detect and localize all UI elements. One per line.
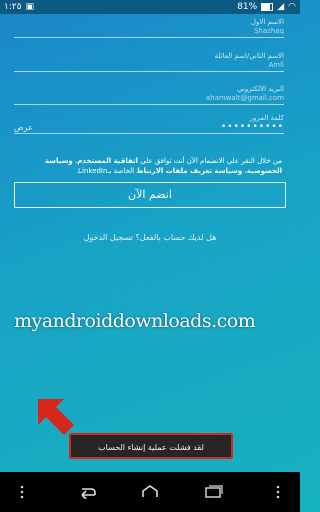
status-left: ١:٢٥ ▣ — [4, 0, 34, 14]
password-underline — [14, 133, 284, 134]
status-bar: ١:٢٥ ▣ 81% ◢ ◠ — [0, 0, 300, 14]
email-field[interactable]: البريد الالكتروني ahamwalt@gmail.com — [14, 85, 284, 105]
show-password-button[interactable]: عرض — [14, 123, 33, 132]
email-underline — [14, 104, 284, 105]
last-name-label: الاسم الثاني/اسم العائلة — [214, 52, 284, 60]
terms-text: من خلال النقر على الانضمام الآن أنت تواف… — [18, 156, 282, 176]
last-name-field[interactable]: الاسم الثاني/اسم العائلة Amli — [14, 52, 284, 72]
wifi-icon: ◠ — [288, 2, 296, 12]
back-icon[interactable] — [74, 483, 98, 501]
email-label: البريد الالكتروني — [237, 85, 284, 93]
watermark: myandroiddownloads.com — [14, 310, 256, 332]
recent-apps-icon[interactable] — [202, 483, 226, 501]
first-name-field[interactable]: الاسم الاول Shazhaq — [14, 18, 284, 38]
email-value[interactable]: ahamwalt@gmail.com — [14, 93, 284, 103]
cookie-policy-link[interactable]: وسياسة تعريف ملفات الارتباط — [136, 167, 242, 175]
navigation-bar — [0, 472, 300, 512]
first-name-label: الاسم الاول — [250, 18, 284, 26]
user-agreement-link[interactable]: اتفاقية المستخدم — [77, 157, 138, 165]
first-name-underline — [14, 37, 284, 38]
last-name-value[interactable]: Amli — [14, 60, 285, 70]
terms-part4: الخاصة بـLinkedIn. — [75, 167, 135, 175]
password-row: عرض •••••••••• — [14, 122, 284, 132]
sign-in-link[interactable]: هل لديك حساب بالفعل؟ تسجيل الدخول — [0, 233, 300, 242]
status-right: 81% ◢ ◠ — [237, 0, 296, 14]
error-toast: لقد فشلت عملية إنشاء الحساب — [69, 433, 233, 459]
signal-icon: ◢ — [277, 2, 285, 12]
last-name-underline — [14, 71, 284, 72]
battery-percent: 81% — [237, 2, 258, 12]
password-label: كلمة المرور — [249, 114, 284, 122]
overflow-icon[interactable] — [266, 483, 290, 501]
join-now-button[interactable]: انضم الآن — [14, 182, 286, 208]
first-name-value[interactable]: Shazhaq — [14, 26, 284, 36]
home-icon[interactable] — [138, 483, 162, 501]
terms-part1: من خلال النقر على الانضمام الآن أنت تواف… — [140, 157, 282, 165]
battery-icon — [261, 3, 274, 11]
image-icon: ▣ — [25, 2, 35, 12]
menu-dots-icon[interactable] — [10, 483, 34, 501]
clock: ١:٢٥ — [4, 2, 22, 12]
password-field[interactable]: كلمة المرور عرض •••••••••• — [14, 114, 284, 134]
password-value[interactable]: •••••••••• — [221, 122, 284, 132]
